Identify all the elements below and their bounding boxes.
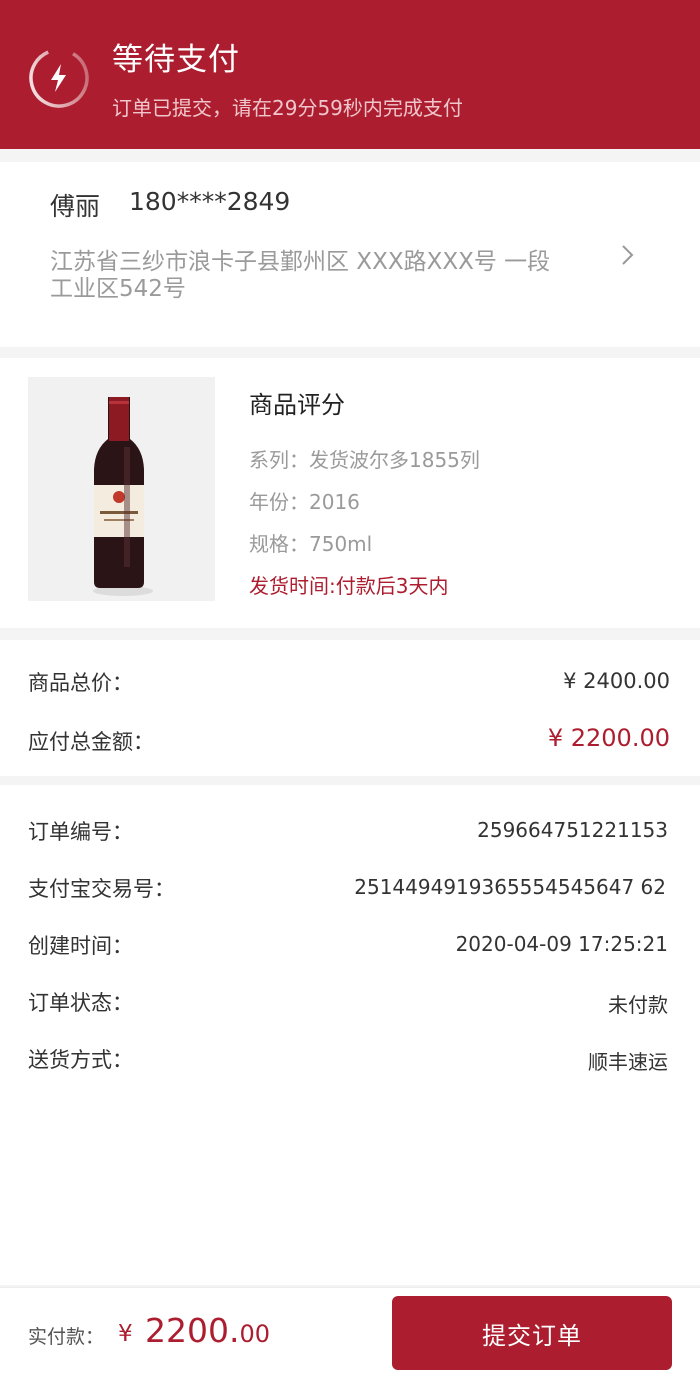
actual-payment-label: 实付款： (28, 1326, 105, 1348)
product-card: 商品评分 系列：发货波尔多1855列 年份：2016 规格：750ml 发货时间… (0, 358, 700, 628)
chevron-right-icon[interactable] (612, 240, 642, 270)
delivery-method-value: 顺丰速运 (588, 1050, 668, 1074)
order-status-label: 订单状态： (28, 991, 133, 1015)
amount-decimal: 00 (239, 1320, 271, 1348)
currency-symbol: ¥ (118, 1321, 133, 1347)
total-price-label: 商品总价： (28, 671, 133, 695)
delivery-method-label: 送货方式： (28, 1048, 133, 1072)
payable-amount-label: 应付总金额： (28, 730, 154, 754)
created-time-label: 创建时间： (28, 934, 133, 958)
bottom-bar: 实付款： ¥ 2200.00 提交订单 (0, 1287, 700, 1378)
payment-countdown: 订单已提交，请在29分59秒内完成支付 (112, 96, 463, 120)
order-number-label: 订单编号： (28, 820, 133, 844)
product-spec: 规格：750ml (249, 532, 373, 556)
price-summary: 商品总价： ¥ 2400.00 应付总金额： ¥ 2200.00 (0, 640, 700, 776)
submit-order-button[interactable]: 提交订单 (392, 1296, 672, 1370)
status-header: 等待支付 订单已提交，请在29分59秒内完成支付 (0, 0, 700, 149)
product-year: 年份：2016 (249, 490, 360, 514)
page-title: 等待支付 (112, 42, 240, 78)
lightning-icon (29, 48, 89, 108)
recipient-name: 傅丽 (50, 192, 101, 221)
alipay-trade-value: 2514494919365554545647 62 (354, 875, 666, 899)
address-detail: 江苏省三纱市浪卡子县鄞州区 XXX路XXX号 一段工业区542号 (50, 249, 551, 302)
alipay-trade-label: 支付宝交易号： (28, 877, 175, 901)
order-status-value: 未付款 (608, 993, 668, 1017)
product-name: 商品评分 (249, 391, 345, 419)
shipping-time: 发货时间:付款后3天内 (249, 574, 449, 598)
actual-payment-amount: 2200.00 (145, 1311, 270, 1350)
address-card[interactable]: 傅丽 180****2849 江苏省三纱市浪卡子县鄞州区 XXX路XXX号 一段… (0, 162, 700, 347)
amount-integer: 2200. (145, 1311, 240, 1350)
payable-amount-value: ¥ 2200.00 (547, 724, 670, 752)
created-time-value: 2020-04-09 17:25:21 (455, 932, 668, 956)
recipient-phone: 180****2849 (129, 187, 291, 216)
product-series: 系列：发货波尔多1855列 (249, 448, 480, 472)
total-price-value: ¥ 2400.00 (563, 669, 670, 693)
wine-bottle-image (28, 377, 215, 601)
order-info: 订单编号： 259664751221153 支付宝交易号： 2514494919… (0, 785, 700, 1285)
order-number-value: 259664751221153 (477, 818, 668, 842)
